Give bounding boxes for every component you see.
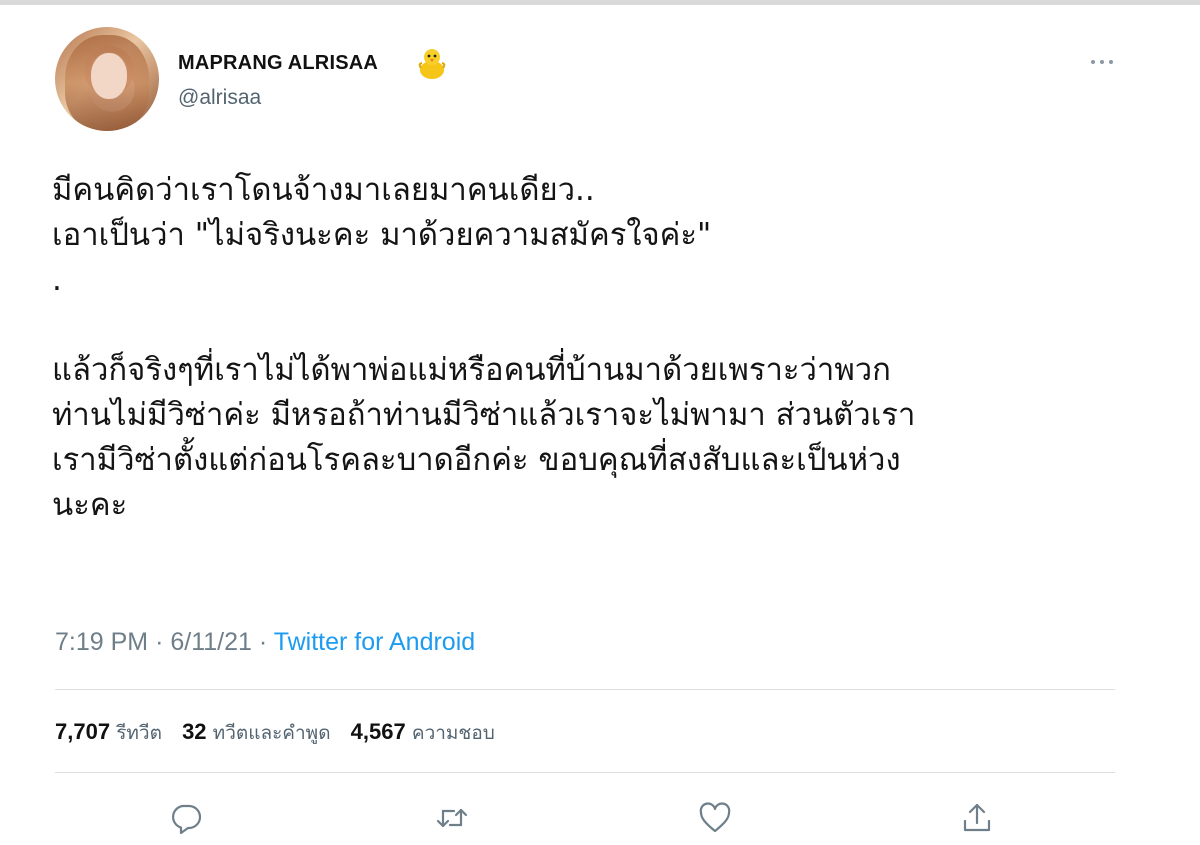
avatar[interactable] [55, 27, 159, 131]
tweet-text: มีคนคิดว่าเราโดนจ้างมาเลยมาคนเดียว.. เอา… [52, 172, 916, 523]
like-button[interactable] [697, 800, 733, 836]
tweet-date[interactable]: 6/11/21 [170, 628, 252, 656]
retweet-button[interactable] [434, 800, 470, 836]
reply-button[interactable] [168, 800, 204, 836]
like-count[interactable]: 4,567 ความชอบ [351, 718, 495, 748]
avatar-face [91, 53, 127, 99]
like-count-label: ความชอบ [411, 722, 495, 744]
divider [55, 772, 1115, 773]
share-icon [963, 803, 991, 832]
divider [55, 689, 1115, 690]
tweet-card: MAPRANG ALRISAA @alrisaa มีคนคิดว่าเราโด… [0, 0, 1200, 845]
reply-icon [172, 804, 202, 835]
tweet-time[interactable]: 7:19 PM [55, 628, 148, 656]
top-edge-divider [0, 0, 1200, 5]
quote-tweet-count[interactable]: 32 ทวีตและคำพูด [182, 718, 330, 748]
tweet-meta: 7:19 PM · 6/11/21 · Twitter for Android [55, 628, 475, 657]
meta-separator: · [258, 628, 268, 656]
author-handle[interactable]: @alrisaa [178, 86, 261, 110]
retweet-icon [436, 808, 468, 828]
share-button[interactable] [959, 800, 995, 836]
like-count-value: 4,567 [350, 719, 406, 744]
tweet-source-link[interactable]: Twitter for Android [274, 628, 475, 656]
retweet-count-label: รีทวีต [116, 722, 162, 744]
tweet-stats: 7,707 รีทวีต 32 ทวีตและคำพูด 4,567 ความช… [55, 718, 509, 748]
quote-tweet-count-label: ทวีตและคำพูด [212, 722, 331, 744]
retweet-count-value: 7,707 [55, 719, 111, 744]
more-options-icon[interactable] [1088, 52, 1116, 72]
chick-icon [418, 49, 446, 79]
retweet-count[interactable]: 7,707 รีทวีต [55, 718, 162, 748]
author-display-name[interactable]: MAPRANG ALRISAA [178, 52, 378, 75]
quote-tweet-count-value: 32 [182, 719, 207, 744]
meta-separator: · [155, 628, 164, 656]
like-icon [699, 802, 731, 833]
